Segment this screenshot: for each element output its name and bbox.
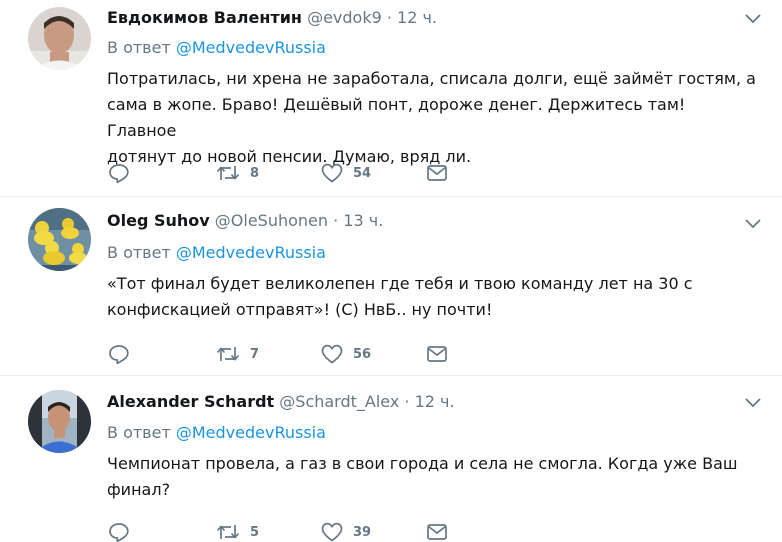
tweet-header: Alexander Schardt @Schardt_Alex · 12 ч. (107, 392, 455, 412)
avatar-image (28, 208, 91, 271)
tweet[interactable]: Alexander Schardt @Schardt_Alex · 12 ч. … (0, 376, 782, 542)
chevron-down-icon[interactable] (744, 217, 762, 229)
reply-icon (109, 164, 129, 184)
reply-icon (109, 523, 129, 542)
retweet-button[interactable]: 7 (215, 342, 259, 366)
heart-icon (321, 163, 343, 183)
tweet-text: Потратилась, ни хрена не заработала, спи… (107, 66, 757, 170)
retweet-icon (216, 347, 240, 361)
retweet-count: 5 (250, 524, 260, 540)
tweet-text-line: Чемпионат провела, а газ в свои города и… (107, 454, 738, 473)
author-name[interactable]: Oleg Suhov (107, 211, 210, 230)
direct-message-button[interactable] (426, 520, 448, 542)
tweet-actions: 8 54 (107, 161, 467, 185)
like-count: 54 (353, 165, 372, 181)
direct-message-button[interactable] (426, 342, 448, 366)
tweet-text-line: сама в жопе. Браво! Дешёвый понт, дороже… (107, 95, 686, 140)
reply-prefix: В ответ (107, 38, 171, 57)
tweet-header: Евдокимов Валентин @evdok9 · 12 ч. (107, 8, 437, 28)
tweet-text-line: финал? (107, 480, 171, 499)
reply-mention[interactable]: @MedvedevRussia (176, 243, 326, 262)
tweet-text-line: «Тот финал будет великолепен где тебя и … (107, 274, 693, 293)
chevron-down-icon[interactable] (744, 396, 762, 408)
separator-dot: · (404, 392, 410, 411)
tweet-text-line: Потратилась, ни хрена не заработала, спи… (107, 69, 756, 88)
reply-context: В ответ @MedvedevRussia (107, 243, 326, 263)
timestamp[interactable]: 13 ч. (343, 211, 383, 230)
tweet-actions: 7 56 (107, 342, 467, 366)
retweet-button[interactable]: 5 (215, 520, 259, 542)
tweet-text-line: конфискацией отправят»! (С) НвБ.. ну поч… (107, 300, 493, 319)
like-button[interactable]: 39 (320, 520, 371, 542)
author-handle[interactable]: @evdok9 (307, 8, 382, 27)
retweet-count: 8 (250, 165, 260, 181)
like-count: 39 (353, 524, 372, 540)
reply-context: В ответ @MedvedevRussia (107, 423, 326, 443)
envelope-icon (427, 524, 447, 540)
separator-dot: · (386, 8, 392, 27)
reply-prefix: В ответ (107, 423, 171, 442)
tweet[interactable]: Oleg Suhov @OleSuhonen · 13 ч. В ответ @… (0, 197, 782, 375)
tweet-actions: 5 39 (107, 520, 467, 542)
timestamp[interactable]: 12 ч. (397, 8, 437, 27)
like-button[interactable]: 56 (320, 342, 371, 366)
heart-icon (321, 522, 343, 542)
reply-icon (109, 345, 129, 365)
envelope-icon (427, 165, 447, 181)
reply-button[interactable] (107, 342, 131, 366)
retweet-button[interactable]: 8 (215, 161, 259, 185)
separator-dot: · (333, 211, 339, 230)
tweet-text: «Тот финал будет великолепен где тебя и … (107, 271, 757, 323)
like-button[interactable]: 54 (320, 161, 371, 185)
heart-icon (321, 344, 343, 364)
author-name[interactable]: Евдокимов Валентин (107, 8, 302, 27)
tweet-text: Чемпионат провела, а газ в свои города и… (107, 451, 757, 503)
avatar-image (28, 390, 91, 453)
envelope-icon (427, 346, 447, 362)
reply-mention[interactable]: @MedvedevRussia (176, 38, 326, 57)
direct-message-button[interactable] (426, 161, 448, 185)
avatar-image (28, 7, 91, 70)
retweet-icon (216, 525, 240, 539)
reply-context: В ответ @MedvedevRussia (107, 38, 326, 58)
timestamp[interactable]: 12 ч. (415, 392, 455, 411)
reply-prefix: В ответ (107, 243, 171, 262)
avatar[interactable] (28, 208, 91, 271)
chevron-down-icon[interactable] (744, 12, 762, 24)
author-handle[interactable]: @OleSuhonen (215, 211, 328, 230)
author-name[interactable]: Alexander Schardt (107, 392, 274, 411)
tweet-header: Oleg Suhov @OleSuhonen · 13 ч. (107, 211, 383, 231)
like-count: 56 (353, 346, 372, 362)
author-handle[interactable]: @Schardt_Alex (279, 392, 399, 411)
reply-button[interactable] (107, 161, 131, 185)
avatar[interactable] (28, 7, 91, 70)
retweet-icon (216, 166, 240, 180)
reply-button[interactable] (107, 520, 131, 542)
tweet[interactable]: Евдокимов Валентин @evdok9 · 12 ч. В отв… (0, 0, 782, 196)
reply-mention[interactable]: @MedvedevRussia (176, 423, 326, 442)
avatar[interactable] (28, 390, 91, 453)
retweet-count: 7 (250, 346, 260, 362)
